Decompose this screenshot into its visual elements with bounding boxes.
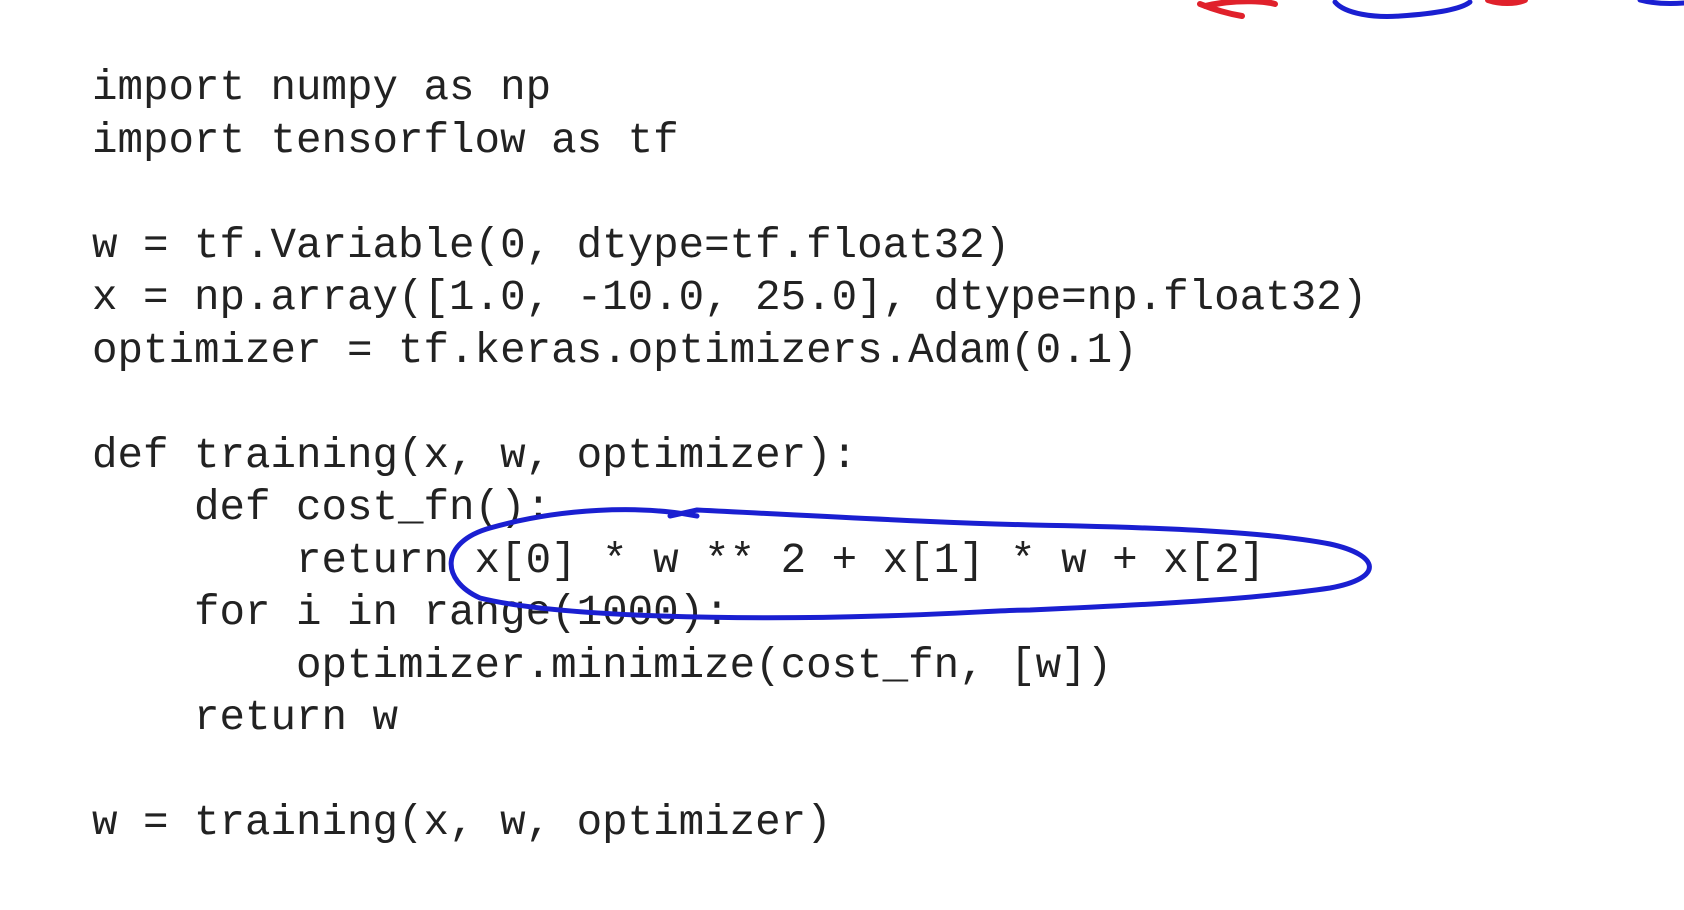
code-line-minimize: optimizer.minimize(cost_fn, [w]) [92, 641, 1113, 690]
code-line-call-training: w = training(x, w, optimizer) [92, 799, 832, 847]
code-line-optimizer: optimizer = tf.keras.optimizers.Adam(0.1… [92, 326, 1138, 375]
code-line-for-loop: for i in range(1000): [92, 589, 730, 637]
hand-drawn-blue-stroke [1332, 0, 1684, 19]
code-line-def-cost-fn: def cost_fn(): [92, 484, 552, 532]
hand-drawn-red-stroke [1197, 0, 1528, 19]
code-line-return-w: return w [92, 694, 399, 742]
code-line-array-x: x = np.array([1.0, -10.0, 25.0], dtype=n… [92, 274, 1368, 322]
code-line-return-cost: return x[0] * w ** 2 + x[1] * w + x[2] [92, 536, 1266, 585]
code-block: import numpy as np import tensorflow as … [92, 62, 1367, 850]
code-line-def-training: def training(x, w, optimizer): [92, 431, 858, 480]
code-line-import-numpy: import numpy as np [92, 64, 552, 112]
slide-page: import numpy as np import tensorflow as … [0, 0, 1684, 910]
code-line-import-tensorflow: import tensorflow as tf [92, 116, 679, 165]
code-line-variable-w: w = tf.Variable(0, dtype=tf.float32) [92, 221, 1011, 270]
